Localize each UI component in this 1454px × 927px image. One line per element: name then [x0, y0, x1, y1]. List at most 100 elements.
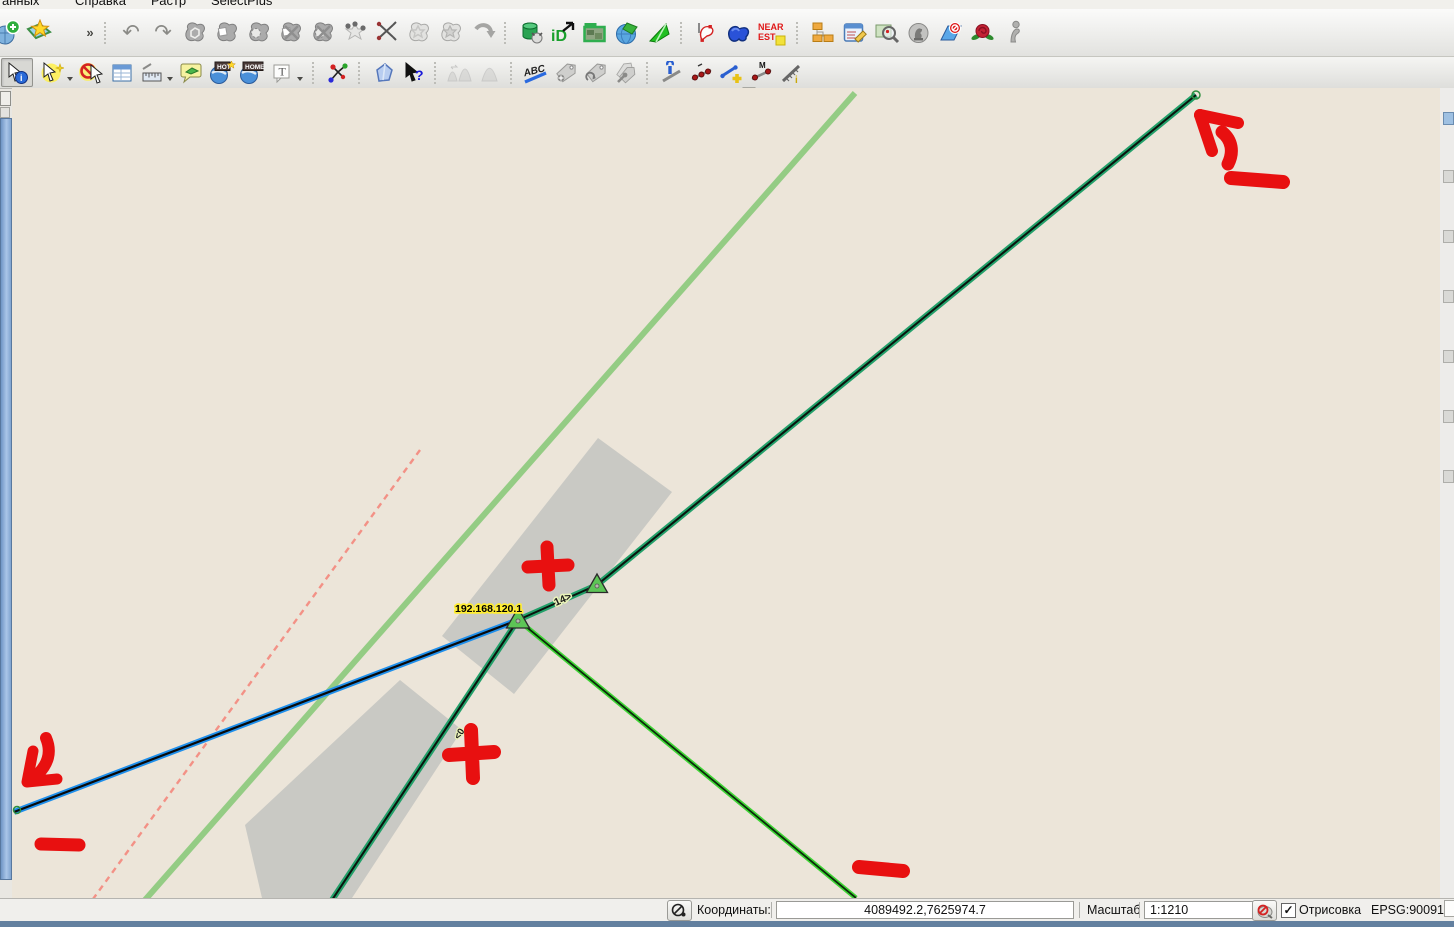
panel-fragment [1443, 470, 1454, 483]
rose-plugin-icon[interactable] [967, 16, 999, 50]
identify-cursor-icon[interactable]: i [1, 58, 33, 87]
lrs-measure-m-icon[interactable]: M [747, 59, 777, 86]
pale-green-line [145, 93, 855, 898]
redo-icon[interactable]: ↷ [147, 16, 179, 50]
scale-label: Масштаб [1087, 903, 1140, 917]
render-checkbox[interactable]: ✓ [1281, 903, 1296, 918]
mouse-position-toggle[interactable] [667, 900, 692, 921]
undo-icon[interactable]: ↶ [115, 16, 147, 50]
folder-tree-icon[interactable] [807, 16, 839, 50]
lrs-events-icon[interactable] [687, 59, 717, 86]
overflow-chevrons[interactable]: » [81, 16, 99, 50]
histogram-icon[interactable] [475, 59, 505, 86]
divider [1139, 902, 1140, 918]
coordinates-input[interactable]: 4089492.2,7625974.7 [776, 901, 1074, 919]
lrs-info-icon[interactable]: i [777, 59, 807, 86]
move-feature-icon[interactable] [179, 16, 211, 50]
coordinates-value: 4089492.2,7625974.7 [864, 903, 986, 917]
add-layer-globe-icon[interactable] [0, 16, 23, 50]
labeling-abc-icon[interactable]: ABC [521, 59, 551, 86]
toolbar-secondary: i HOT HOME T ? ABC [0, 57, 1454, 89]
raster-frame-icon[interactable] [579, 16, 611, 50]
svg-text:M: M [759, 61, 766, 70]
deselect-cursor-icon[interactable] [77, 59, 107, 86]
attribute-editor-icon[interactable] [839, 16, 871, 50]
lrs-add-route-icon[interactable] [717, 59, 747, 86]
label-tag-move-icon[interactable] [551, 59, 581, 86]
chevron-down-icon[interactable] [297, 77, 303, 81]
menu-item-data[interactable]: анных [2, 0, 39, 8]
text-annotation-icon[interactable]: T [267, 59, 297, 86]
map-search-icon[interactable] [871, 16, 903, 50]
status-grip [1444, 900, 1454, 917]
svg-text:HOME: HOME [245, 64, 265, 71]
layer-star-map-icon[interactable] [23, 16, 55, 50]
map-canvas[interactable]: 192.168.120.1 14> <0 [12, 88, 1440, 898]
merge-attributes-icon[interactable] [435, 16, 467, 50]
panel-fragment [1443, 170, 1454, 183]
split-features-icon[interactable] [371, 16, 403, 50]
web-globe-icon[interactable] [611, 16, 643, 50]
svg-text:HOT: HOT [217, 64, 231, 71]
rotate-feature-icon[interactable] [467, 16, 499, 50]
panel-box-icon[interactable] [0, 91, 11, 106]
menu-item-help[interactable]: Справка [75, 0, 126, 8]
attribute-table-icon[interactable] [107, 59, 137, 86]
delete-part-icon[interactable] [211, 16, 243, 50]
lrs-calibrate-icon[interactable] [657, 59, 687, 86]
db-manager-icon[interactable] [515, 16, 547, 50]
menu-item-raster[interactable]: Растр [151, 0, 186, 8]
delete-ring-x-icon[interactable] [307, 16, 339, 50]
right-cutoff-panel [1439, 88, 1454, 898]
blue-x-icon[interactable] [935, 16, 967, 50]
annotation-minus [41, 844, 79, 845]
chevron-down-icon[interactable] [167, 77, 173, 81]
svg-text:i: i [20, 73, 23, 83]
identify-id-icon[interactable]: iD [547, 16, 579, 50]
bottom-blue-strip [0, 921, 1454, 927]
digitize-red-icon[interactable] [691, 16, 723, 50]
reshape-nodes-icon[interactable] [339, 16, 371, 50]
bookmark-hot-globe-icon[interactable]: HOT [207, 59, 237, 86]
map-tips-icon[interactable] [177, 59, 207, 86]
person-tool-icon[interactable] [999, 16, 1031, 50]
epsg-label: EPSG:900913 [1371, 903, 1451, 917]
node-tool-icon[interactable] [323, 59, 353, 86]
svg-text:EST: EST [758, 32, 776, 42]
elephant-plugin-icon[interactable] [723, 16, 755, 50]
blue-polygon-icon[interactable] [369, 59, 399, 86]
select-glow-cursor-icon[interactable] [37, 59, 67, 86]
map-svg: 192.168.120.1 14> <0 [12, 88, 1440, 898]
annotation-minus [1231, 178, 1283, 182]
green-kite-icon[interactable] [643, 16, 675, 50]
histogram-stretch-icon[interactable] [445, 59, 475, 86]
menu-item-selectplus[interactable]: SelectPlus [211, 0, 272, 8]
scale-input[interactable]: 1:1210 [1144, 901, 1255, 919]
annotation-arrow-down-left [38, 738, 49, 774]
left-collapsed-panel [0, 88, 12, 899]
green-line-core [518, 620, 856, 898]
panel-fragment [1443, 290, 1454, 303]
panel-fragment [1443, 350, 1454, 363]
chevron-down-icon[interactable] [67, 77, 73, 81]
label-tag-rotate-icon[interactable] [581, 59, 611, 86]
left-panel-scrollbar[interactable] [0, 118, 12, 880]
label-tag-settings-icon[interactable] [611, 59, 641, 86]
whats-this-cursor-icon[interactable]: ? [399, 59, 429, 86]
panel-box-icon[interactable] [0, 107, 10, 118]
scale-value: 1:1210 [1150, 903, 1188, 917]
svg-text:NEAR: NEAR [758, 22, 784, 32]
annotation-minus [859, 867, 903, 871]
stop-render-button[interactable] [1252, 900, 1277, 921]
panel-fragment [1443, 112, 1454, 125]
delete-ring-icon[interactable] [243, 16, 275, 50]
bookmark-home-globe-icon[interactable]: HOME [237, 59, 267, 86]
measure-icon[interactable] [137, 59, 167, 86]
coordinates-label: Координаты: [697, 903, 771, 917]
merge-features-icon[interactable] [403, 16, 435, 50]
delete-part-x-icon[interactable] [275, 16, 307, 50]
render-label: Отрисовка [1299, 903, 1361, 917]
statue-globe-icon[interactable] [903, 16, 935, 50]
nearest-tool-icon[interactable]: NEAREST [755, 16, 791, 50]
node-ip-label: 192.168.120.1 [455, 603, 522, 615]
